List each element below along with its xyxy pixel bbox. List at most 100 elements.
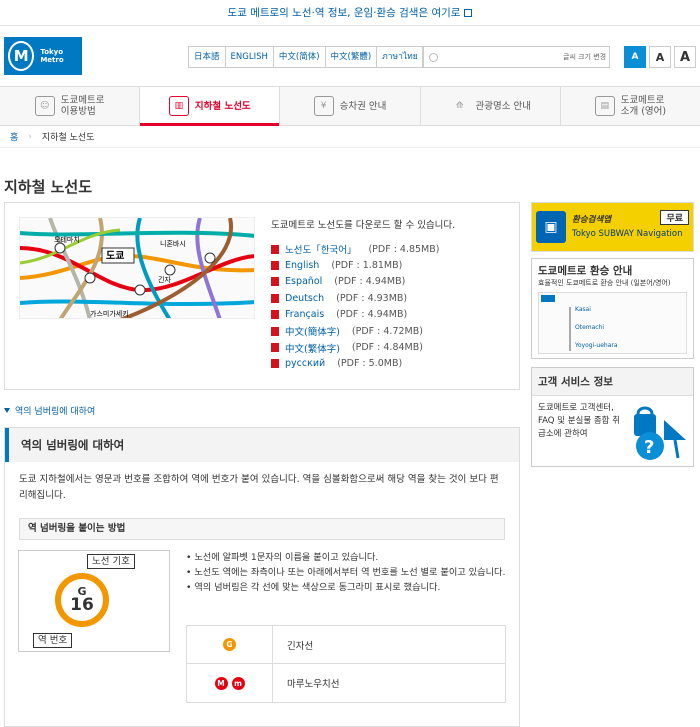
banner-subtitle: Tokyo SUBWAY Navigation	[572, 229, 683, 239]
download-row: 노선도「한국어」 (PDF : 4.85MB)	[271, 241, 455, 257]
numbering-description: 도쿄 지하철에서는 영문과 번호를 조합하여 역에 번호가 붙여 있습니다. 역…	[19, 474, 499, 501]
pdf-icon	[271, 244, 279, 254]
top-notice-bar[interactable]: 도쿄 메트로의 노선·역 정보, 운임·환승 검색은 여기로	[0, 0, 700, 26]
download-link-french[interactable]: Français	[285, 309, 324, 320]
map-label-tokyo: 도쿄	[106, 250, 124, 262]
ticket-icon: ¥	[313, 96, 334, 116]
customer-service-banner[interactable]: 고객 서비스 정보 도쿄메트로 고객센터, FAQ 및 분실물 종합 취급소에 …	[531, 367, 694, 467]
lang-chinese-simplified[interactable]: 中文(简体)	[274, 47, 326, 67]
top-notice-link[interactable]: 도쿄 메트로의 노선·역 정보, 운임·환승 검색은 여기로	[228, 5, 461, 20]
numbering-example: G 16 노선 기호 역 번호	[18, 550, 170, 652]
section-body: 도쿄 지하철에서는 영문과 번호를 조합하여 역에 번호가 붙여 있습니다. 역…	[5, 462, 519, 550]
nav-label: 도쿄메트로 소개 (영어)	[620, 95, 667, 117]
numbering-bullets: • 노선에 알파벳 1문자의 이름을 붙이고 있습니다. • 노선도 역에는 좌…	[186, 550, 506, 595]
download-link-korean[interactable]: 노선도「한국어」	[285, 242, 356, 256]
download-row: 中文(簡体字) (PDF : 4.72MB)	[271, 323, 455, 339]
customer-service-text: 도쿄메트로 고객센터, FAQ 및 분실물 종합 취급소에 관하여	[538, 403, 621, 439]
file-size: (PDF : 1.81MB)	[331, 260, 403, 272]
lang-english[interactable]: ENGLISH	[226, 47, 274, 67]
map-label-nihonbashi: 니혼바시	[160, 239, 186, 248]
download-row: Español (PDF : 4.94MB)	[271, 274, 455, 290]
download-row: Français (PDF : 4.94MB)	[271, 307, 455, 323]
file-size: (PDF : 4.94MB)	[336, 309, 408, 321]
nav-item-guide[interactable]: ☺ 도쿄메트로 이용방법	[0, 87, 141, 125]
metro-logo-icon: M	[8, 41, 35, 71]
download-link-russian[interactable]: русский	[285, 358, 325, 369]
lang-japanese[interactable]: 日本語	[189, 47, 226, 67]
download-row: 中文(繁体字) (PDF : 4.84MB)	[271, 339, 455, 355]
download-link-chinese-simplified[interactable]: 中文(簡体字)	[285, 324, 340, 338]
download-link-german[interactable]: Deutsch	[285, 293, 324, 304]
pdf-icon	[271, 310, 279, 320]
lang-thai[interactable]: ภาษาไทย	[377, 47, 423, 67]
pdf-icon	[271, 277, 279, 287]
map-icon: ▥	[168, 96, 189, 116]
route-station: Kasai	[575, 306, 591, 313]
file-size: (PDF : 4.85MB)	[368, 243, 440, 255]
font-size-small-button[interactable]: A	[624, 46, 646, 68]
lost-and-found-icon: ?	[634, 406, 686, 460]
svg-text:?: ?	[644, 437, 654, 458]
pdf-icon	[271, 261, 279, 271]
file-size: (PDF : 4.72MB)	[351, 325, 423, 337]
download-link-spanish[interactable]: Español	[285, 276, 322, 287]
transfer-guide-banner[interactable]: 도쿄메트로 환승 안내 효율적인 도쿄메트로 환승 안내 (일본어/영어) Ka…	[531, 258, 694, 359]
line-name: 마루노우치선	[287, 679, 340, 690]
line-symbol-label: 노선 기호	[87, 554, 135, 569]
line-badges: M m	[187, 664, 273, 702]
nav-item-tickets[interactable]: ¥ 승차권 안내	[280, 87, 421, 125]
marunouchi-branch-icon: m	[231, 676, 245, 690]
nav-item-sightseeing[interactable]: ⟰ 관광명소 안내	[421, 87, 561, 125]
transfer-app-banner[interactable]: ▣ 환승검색앱 Tokyo SUBWAY Navigation 무료	[531, 202, 694, 252]
pdf-icon	[271, 343, 279, 353]
file-size: (PDF : 4.84MB)	[351, 342, 423, 354]
chevron-right-icon: ›	[28, 131, 32, 142]
marunouchi-line-icon: M	[214, 676, 228, 690]
route-station: Otemachi	[575, 324, 605, 331]
map-label-ginza: 긴자	[158, 275, 171, 284]
banner-title: 환승검색앱	[572, 215, 612, 225]
banner-title: 고객 서비스 정보	[532, 368, 693, 396]
customer-service-body: 도쿄메트로 고객센터, FAQ 및 분실물 종합 취급소에 관하여 ?	[532, 396, 693, 466]
nav-label: 관광명소 안내	[475, 100, 531, 112]
font-size-label: 글씨 크기 변경	[563, 53, 607, 61]
font-size-large-button[interactable]: A	[674, 46, 696, 68]
font-size-medium-button[interactable]: A	[649, 46, 671, 68]
numbering-anchor-link[interactable]: 역의 넘버링에 대하여	[4, 404, 520, 417]
file-size: (PDF : 4.94MB)	[334, 276, 406, 288]
map-download-panel: 도쿄 오테마치 긴자 니혼바시 가스미가세키 도쿄메트로 노선도를 다운로드 할…	[4, 202, 520, 390]
nav-label: 지하철 노선도	[194, 100, 251, 112]
download-link-chinese-traditional[interactable]: 中文(繁体字)	[285, 341, 340, 355]
nav-label: 도쿄메트로 이용방법	[60, 95, 105, 117]
pdf-icon	[271, 359, 279, 369]
caret-down-icon	[4, 408, 10, 413]
train-icon: ▣	[536, 211, 566, 243]
pdf-icon	[271, 326, 279, 336]
breadcrumb: 홈 › 지하철 노선도	[0, 126, 700, 148]
nav-item-about[interactable]: ▤ 도쿄메트로 소개 (영어)	[561, 87, 700, 125]
lang-chinese-traditional[interactable]: 中文(繁體)	[326, 47, 378, 67]
table-row: M m 마루노우치선	[187, 664, 505, 702]
table-row: G 긴자선	[187, 626, 505, 664]
download-link-english[interactable]: English	[285, 260, 319, 271]
subsection-heading: 역 넘버링을 붙이는 방법	[19, 518, 505, 540]
breadcrumb-current: 지하철 노선도	[41, 133, 95, 143]
line-table: G 긴자선 M m 마루노우치선	[186, 625, 506, 703]
file-size: (PDF : 4.93MB)	[336, 292, 408, 304]
bullet-item: • 역의 넘버링은 각 선에 맞는 색상으로 동그라미 표시로 했습니다.	[186, 582, 441, 593]
banner-title: 도쿄메트로 환승 안내	[538, 265, 633, 277]
download-row: русский (PDF : 5.0MB)	[271, 356, 455, 372]
tokyo-metro-logo[interactable]: M Tokyo Metro	[4, 37, 82, 75]
map-label-otemachi: 오테마치	[54, 235, 80, 244]
ginza-line-icon: G	[223, 638, 236, 651]
download-list: 도쿄메트로 노선도를 다운로드 할 수 있습니다. 노선도「한국어」 (PDF :…	[271, 217, 455, 375]
nav-item-subway-map[interactable]: ▥ 지하철 노선도	[140, 87, 281, 126]
breadcrumb-home[interactable]: 홈	[10, 130, 18, 143]
station-number: 16	[70, 595, 94, 615]
subway-map-image: 도쿄 오테마치 긴자 니혼바시 가스미가세키	[20, 218, 254, 318]
language-switcher: 日本語 ENGLISH 中文(简体) 中文(繁體) ภาษาไทย	[188, 46, 424, 68]
subway-map-thumbnail[interactable]: 도쿄 오테마치 긴자 니혼바시 가스미가세키	[19, 217, 255, 319]
download-intro: 도쿄메트로 노선도를 다운로드 할 수 있습니다.	[271, 220, 456, 231]
line-badges: G	[187, 626, 273, 663]
main-nav: ☺ 도쿄메트로 이용방법 ▥ 지하철 노선도 ¥ 승차권 안내 ⟰ 관광명소 안…	[0, 86, 700, 126]
